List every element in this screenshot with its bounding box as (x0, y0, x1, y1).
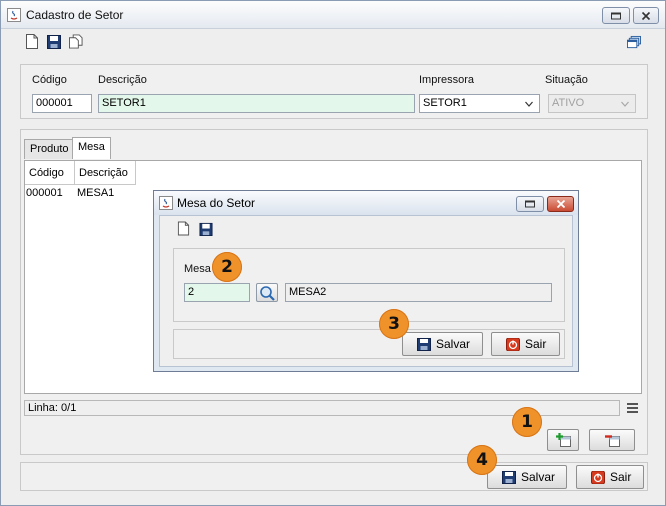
situacao-combo: ATIVO (548, 94, 636, 113)
sair-label: Sair (610, 470, 632, 484)
dialog-close-button[interactable] (547, 196, 574, 212)
close-button[interactable] (633, 7, 659, 24)
annotation-badge-2: 2 (212, 252, 242, 282)
close-icon (556, 199, 565, 209)
situacao-value: ATIVO (552, 97, 585, 109)
close-icon (641, 11, 651, 20)
dialog-title: Mesa do Setor (177, 196, 256, 210)
tab-mesa[interactable]: Mesa (72, 137, 111, 159)
new-document-icon[interactable] (25, 34, 39, 49)
save-disk-icon (502, 471, 516, 484)
dialog-salvar-button[interactable]: Salvar (402, 332, 483, 356)
add-row-button[interactable] (547, 429, 579, 451)
window-titlebar: Cadastro de Setor (1, 1, 665, 29)
impressora-value: SETOR1 (423, 97, 467, 109)
restore-icon (525, 200, 535, 208)
new-document-icon[interactable] (177, 221, 190, 236)
restore-button[interactable] (602, 7, 630, 24)
java-app-icon (159, 196, 173, 210)
restore-icon (611, 12, 621, 19)
column-header-codigo[interactable]: Código (25, 161, 75, 185)
windows-cascade-icon[interactable] (627, 35, 641, 50)
mesa-description-field: MESA2 (285, 283, 552, 302)
copy-documents-icon[interactable] (69, 34, 83, 49)
lookup-button[interactable] (256, 283, 278, 302)
cell-codigo: 000001 (26, 187, 63, 199)
dialog-titlebar: Mesa do Setor (154, 191, 578, 215)
cell-descricao: MESA1 (77, 187, 115, 199)
codigo-field[interactable]: 000001 (32, 94, 92, 113)
sair-button[interactable]: Sair (576, 465, 644, 489)
mesa-code-field[interactable]: 2 (184, 283, 250, 302)
dialog-sair-button[interactable]: Sair (491, 332, 560, 356)
dialog-restore-button[interactable] (516, 196, 544, 212)
situacao-label: Situação (545, 74, 588, 86)
dialog-salvar-label: Salvar (436, 337, 471, 351)
save-disk-icon[interactable] (47, 34, 61, 49)
exit-power-icon (591, 471, 605, 484)
cadastro-setor-window: Cadastro de Setor Código 000001 Descriçã… (0, 0, 666, 506)
salvar-label: Salvar (521, 470, 556, 484)
magnifier-search-icon (260, 286, 275, 301)
exit-power-icon (506, 338, 520, 351)
dialog-sair-label: Sair (525, 337, 547, 351)
chevron-down-icon (621, 101, 629, 107)
salvar-button[interactable]: Salvar (487, 465, 567, 489)
dialog-body: Mesa 2 MESA2 Salvar Sair (159, 215, 573, 367)
column-header-descricao[interactable]: Descrição (75, 161, 136, 185)
annotation-badge-3: 3 (379, 309, 409, 339)
add-row-icon (556, 433, 571, 447)
tab-produto[interactable]: Produto (24, 139, 75, 159)
annotation-badge-4: 4 (467, 445, 497, 475)
codigo-label: Código (32, 74, 67, 86)
impressora-combo[interactable]: SETOR1 (419, 94, 540, 113)
annotation-badge-1: 1 (512, 407, 542, 437)
java-app-icon (7, 8, 21, 22)
menu-lines-icon[interactable] (627, 403, 638, 413)
chevron-down-icon (525, 101, 533, 107)
impressora-label: Impressora (419, 74, 475, 86)
form-panel: Código 000001 Descrição SETOR1 Impressor… (20, 64, 648, 119)
remove-row-icon (605, 435, 620, 447)
mesa-setor-dialog: Mesa do Setor Mesa 2 MESA2 Salvar Sair (153, 190, 579, 372)
save-disk-icon[interactable] (199, 222, 213, 236)
remove-row-button[interactable] (589, 429, 635, 451)
descricao-label: Descrição (98, 74, 147, 86)
save-disk-icon (417, 338, 431, 351)
mesa-label: Mesa (184, 263, 211, 275)
descricao-field[interactable]: SETOR1 (98, 94, 415, 113)
window-title: Cadastro de Setor (26, 8, 124, 22)
